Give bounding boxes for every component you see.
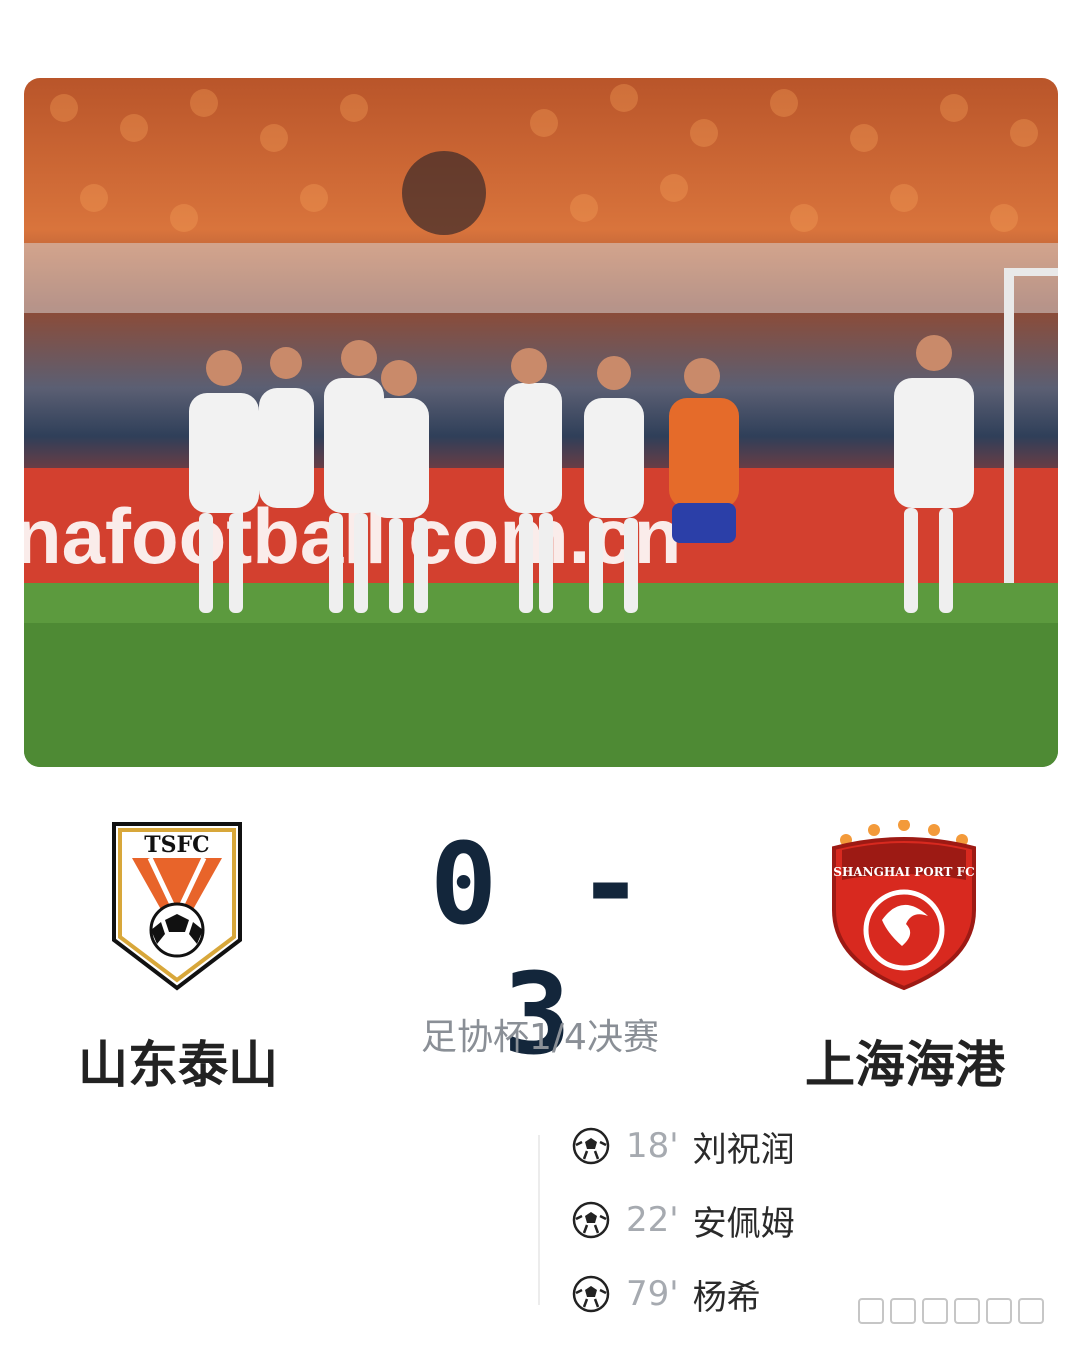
goal-event: 22' 安佩姆 (572, 1198, 795, 1244)
competition-stage: 足协杯1/4决赛 (421, 1017, 659, 1058)
watermark-glyph (954, 1298, 980, 1324)
watermark-glyph (858, 1298, 884, 1324)
goal-scorer: 安佩姆 (692, 1203, 795, 1244)
goal-scorer: 杨希 (692, 1277, 761, 1318)
home-team-logo: TSFC (110, 820, 244, 992)
football-icon (572, 1201, 610, 1239)
watermark-glyph (922, 1298, 948, 1324)
football-icon (572, 1275, 610, 1313)
goal-event: 79' 杨希 (572, 1272, 761, 1318)
watermark-glyph (1018, 1298, 1044, 1324)
match-photo: nafootball.com.cn (24, 78, 1058, 767)
watermark-glyph (986, 1298, 1012, 1324)
away-team-name: 上海海港 (805, 1036, 1005, 1094)
home-logo-text: TSFC (144, 832, 209, 858)
goal-minute: 79' (626, 1274, 679, 1314)
goal-list-divider (538, 1135, 540, 1305)
home-team-name: 山东泰山 (78, 1036, 278, 1094)
football-icon (572, 1127, 610, 1165)
goal-scorer: 刘祝润 (692, 1129, 795, 1170)
watermark-glyph (890, 1298, 916, 1324)
away-team-logo: SHANGHAI PORT FC (826, 819, 982, 992)
goal-minute: 22' (626, 1200, 679, 1240)
goal-event: 18' 刘祝润 (572, 1124, 795, 1170)
away-logo-text: SHANGHAI PORT FC (833, 865, 974, 879)
photo-scene: nafootball.com.cn (24, 84, 1058, 767)
watermark (858, 1298, 1044, 1324)
goal-minute: 18' (626, 1126, 679, 1166)
